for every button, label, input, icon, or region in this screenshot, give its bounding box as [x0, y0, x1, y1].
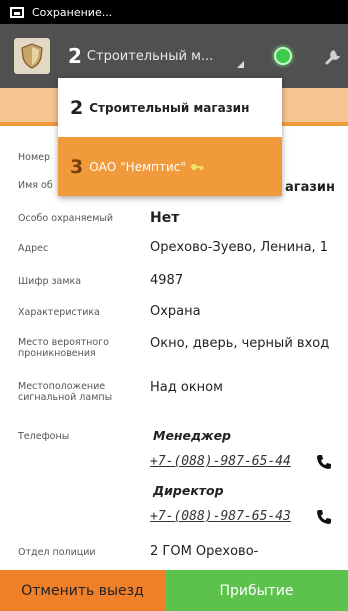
field-label: Шифр замка [18, 276, 82, 287]
screenshot-icon [10, 6, 24, 18]
field-value: 2 ГОМ Орехово- [150, 544, 259, 559]
field-label: Телефоны [18, 431, 70, 442]
bottom-action-bar: Отменить выезд Прибытие [0, 570, 348, 611]
field-value: Охрана [150, 304, 201, 319]
field-value: Орехово-Зуево, Ленина, 1 [150, 240, 329, 255]
dropdown-item-label: Строительный магазин [89, 100, 250, 115]
online-status-icon[interactable] [270, 43, 296, 69]
phone-role: Директор [153, 483, 224, 498]
phone-call-icon[interactable] [316, 454, 332, 470]
field-value: агазин [285, 180, 335, 195]
status-bar: Сохранение... [0, 0, 348, 24]
dropdown-item-selected[interactable]: 3 ОАО "Немптис" [58, 137, 282, 196]
field-label: Местоположение сигнальной лампы [18, 381, 113, 403]
spinner-label: Строительный м... [86, 48, 214, 64]
dropdown-item-number: 3 [70, 155, 84, 178]
field-label: Адрес [18, 243, 49, 254]
settings-wrench-icon[interactable] [322, 44, 346, 68]
app-logo-shield-icon [14, 38, 50, 74]
object-dropdown-menu: 2 Строительный магазин 3 ОАО "Немптис" [58, 78, 282, 196]
field-value: Над окном [150, 380, 223, 395]
dropdown-item-label: ОАО "Немптис" [89, 159, 186, 174]
object-spinner[interactable]: 2 Строительный м... [68, 36, 248, 76]
field-value: Окно, дверь, черный вход [150, 336, 330, 351]
key-icon [190, 163, 204, 170]
arrival-button[interactable]: Прибытие [165, 570, 348, 611]
phone-call-icon[interactable] [316, 509, 332, 525]
field-label: Характеристика [18, 307, 100, 318]
phone-link[interactable]: +7-(088)-987-65-44 [150, 454, 291, 469]
field-label: Отдел полиции [18, 547, 96, 558]
field-value: Нет [150, 210, 180, 226]
phone-role: Менеджер [153, 428, 231, 443]
phone-link[interactable]: +7-(088)-987-65-43 [150, 509, 291, 524]
field-label: Место вероятного проникновения [18, 337, 109, 359]
status-text: Сохранение... [32, 5, 113, 19]
spinner-dropdown-indicator-icon [237, 61, 244, 68]
spinner-number: 2 [68, 44, 82, 68]
field-value: 4987 [150, 273, 184, 288]
dropdown-item-number: 2 [70, 96, 84, 119]
cancel-departure-button[interactable]: Отменить выезд [0, 570, 165, 611]
field-label: Особо охраняемый [18, 213, 114, 224]
dropdown-item[interactable]: 2 Строительный магазин [58, 78, 282, 137]
